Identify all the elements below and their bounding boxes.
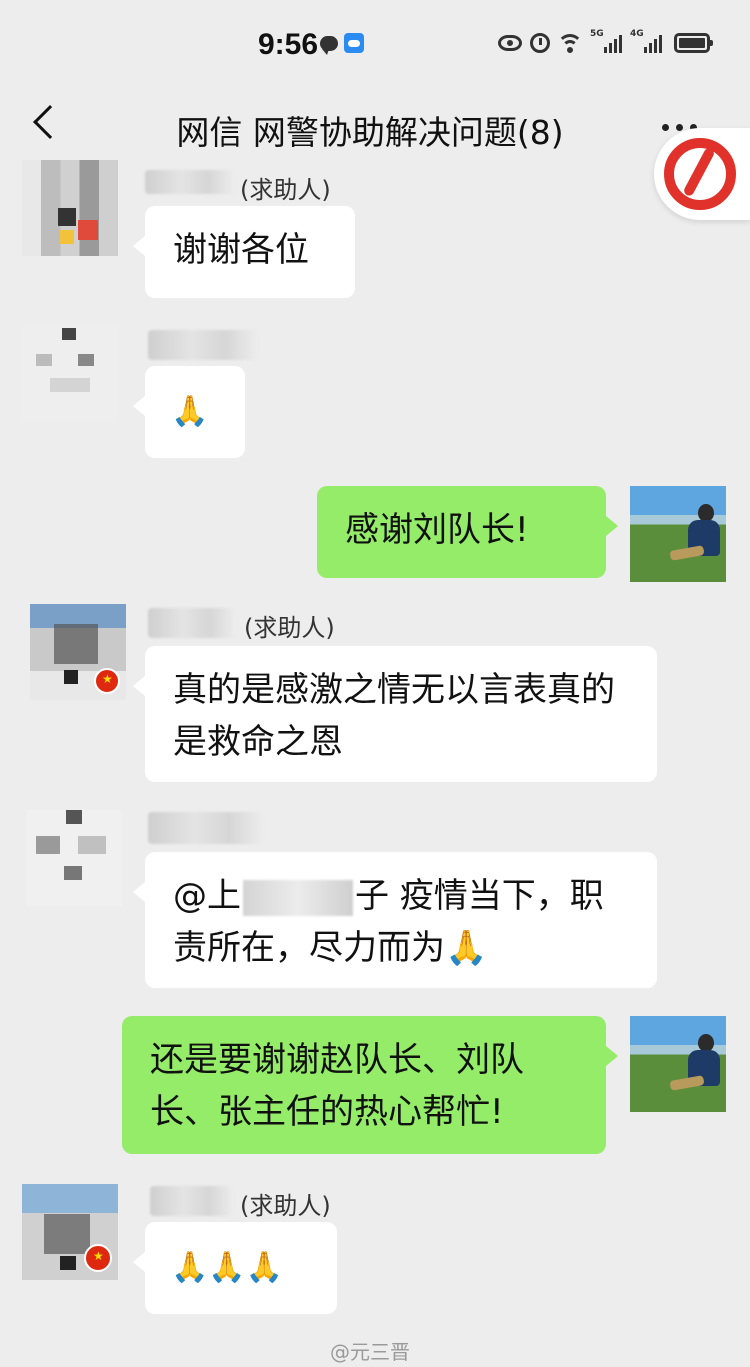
signal-5g-icon: 5G [590, 29, 622, 53]
status-time: 9:56 [258, 28, 319, 61]
message-bubble[interactable]: @上子 疫情当下，职责所在，尽力而为🙏 [133, 852, 657, 988]
message-bubble-self[interactable]: 还是要谢谢赵队长、刘队长、张主任的热心帮忙! [122, 1016, 618, 1154]
chat-title-text: 网信 网警协助解决问题(8) [176, 113, 564, 152]
avatar-sender-5[interactable] [22, 1184, 118, 1280]
signal-4g-icon: 4G [630, 29, 662, 53]
battery-icon [674, 33, 713, 53]
sender-name-blurred [148, 608, 236, 638]
avatar-self[interactable] [630, 486, 726, 582]
signal-5g-label: 5G [590, 29, 604, 39]
message-bubble[interactable]: 真的是感激之情无以言表真的是救命之恩 [133, 646, 657, 782]
status-bar: 9:56 5G 4G [0, 0, 750, 88]
avatar-sender-4[interactable] [26, 810, 122, 906]
message-bubble[interactable]: 🙏🙏🙏 [133, 1222, 337, 1314]
sender-name-blurred [150, 1186, 234, 1216]
clap-emoji-row: 🙏🙏🙏 [171, 1250, 284, 1285]
message-bubble[interactable]: 谢谢各位 [133, 206, 355, 298]
sender-name-blurred [148, 812, 264, 844]
signal-4g-label: 4G [630, 29, 644, 39]
message-bubble-self[interactable]: 感谢刘队长! [317, 486, 618, 578]
message-notification-icon [320, 36, 338, 55]
avatar-sender-1[interactable] [22, 160, 118, 256]
mention-prefix[interactable]: @上 [173, 876, 241, 916]
clap-emoji: 🙏 [171, 394, 209, 429]
cloud-notification-icon [344, 33, 364, 53]
eye-icon [498, 35, 522, 51]
avatar-sender-3[interactable] [30, 604, 126, 700]
watermark: @元三晋 [330, 1340, 410, 1364]
avatar-sender-2[interactable] [22, 326, 118, 422]
mention-name-blurred [243, 879, 353, 916]
avatar-self[interactable] [630, 1016, 726, 1112]
alarm-icon [530, 33, 550, 53]
sender-tag: (求助人) [240, 1192, 331, 1220]
sender-tag: (求助人) [240, 176, 331, 204]
sender-tag: (求助人) [244, 614, 335, 642]
media-logo-badge [654, 128, 750, 220]
status-icons: 5G 4G [498, 29, 713, 56]
sender-name-blurred [145, 170, 235, 194]
wifi-icon [558, 32, 582, 54]
chat-title: 网信 网警协助解决问题(8) [0, 106, 750, 154]
message-bubble[interactable]: 🙏 [133, 366, 245, 458]
chat-title-bar: 网信 网警协助解决问题(8) [0, 88, 750, 168]
sender-name-blurred [148, 330, 258, 360]
